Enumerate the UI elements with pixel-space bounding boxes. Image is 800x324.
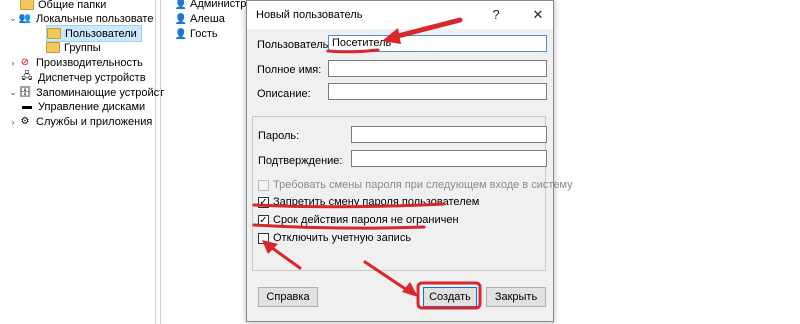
username-underline: [326, 48, 380, 54]
checkbox-underline-2: [252, 223, 426, 230]
checkbox-underline-1: [252, 202, 446, 209]
create-button-highlight: [416, 281, 482, 310]
arrowhead-username: [382, 28, 401, 44]
arrow-username: [387, 17, 463, 41]
arrow-create: [363, 260, 412, 294]
arrowhead-create: [402, 282, 418, 297]
annotation-overlay: [252, 17, 482, 310]
